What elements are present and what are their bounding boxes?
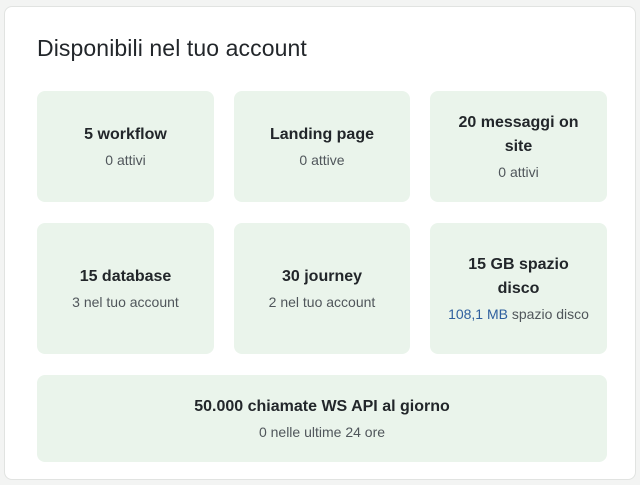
card-title: Disponibili nel tuo account xyxy=(37,35,307,61)
disk-space-tile: 15 GB spazio disco 108,1 MB spazio disco xyxy=(430,223,607,354)
disk-space-tile-subtitle: 108,1 MB spazio disco xyxy=(448,304,589,324)
ws-api-calls-tile-title: 50.000 chiamate WS API al giorno xyxy=(194,398,450,415)
disk-space-tile-title: 15 GB spazio disco xyxy=(468,256,569,297)
onsite-messages-tile: 20 messaggi on site 0 attivi xyxy=(430,91,607,202)
landing-page-tile: Landing page 0 attive xyxy=(234,91,410,202)
disk-usage-suffix: spazio disco xyxy=(508,306,589,322)
workflow-tile-subtitle: 0 attivi xyxy=(105,152,146,168)
ws-api-calls-tile-subtitle: 0 nelle ultime 24 ore xyxy=(258,424,386,440)
onsite-messages-tile-title: 20 messaggi on site xyxy=(458,114,579,155)
database-tile-title: 15 database xyxy=(79,268,172,285)
database-tile: 15 database 3 nel tuo account xyxy=(37,223,214,354)
onsite-messages-tile-subtitle: 0 attivi xyxy=(498,164,539,180)
account-availability-card: Disponibili nel tuo account 5 workflow 0… xyxy=(4,6,636,480)
workflow-tile: 5 workflow 0 attivi xyxy=(37,91,214,202)
journey-tile-title: 30 journey xyxy=(281,268,363,285)
landing-page-tile-title: Landing page xyxy=(270,126,374,143)
ws-api-calls-tile: 50.000 chiamate WS API al giorno 0 nelle… xyxy=(37,375,607,462)
disk-usage-link[interactable]: 108,1 MB xyxy=(448,306,508,322)
database-tile-subtitle: 3 nel tuo account xyxy=(72,294,179,310)
journey-tile-subtitle: 2 nel tuo account xyxy=(268,294,376,310)
journey-tile: 30 journey 2 nel tuo account xyxy=(234,223,410,354)
landing-page-tile-subtitle: 0 attive xyxy=(299,152,345,168)
workflow-tile-title: 5 workflow xyxy=(84,126,167,143)
